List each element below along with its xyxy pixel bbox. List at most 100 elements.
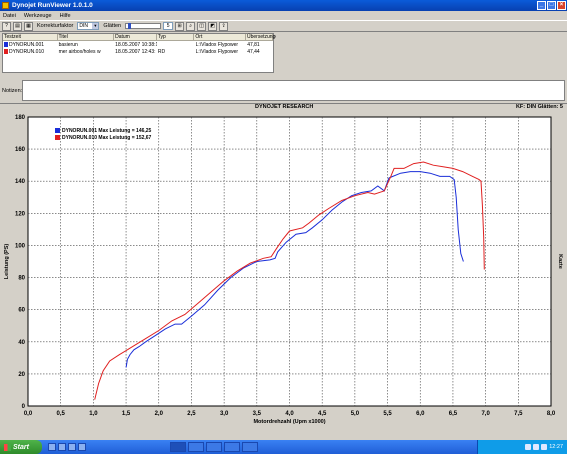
start-label: Start — [13, 443, 29, 451]
zoom-icon[interactable]: ⌕ — [186, 21, 196, 31]
notes-label: Notizen: — [2, 88, 23, 94]
export-icon[interactable]: ⇪ — [219, 21, 229, 31]
run-ratio: 47,81 — [247, 41, 260, 48]
run-row[interactable]: DYNORUN.001 basierun 18.05.2007 10:38:1 … — [3, 41, 273, 48]
empty-panel — [276, 33, 565, 73]
run-file: DYNORUN.001 — [9, 41, 45, 48]
x-tick-label: 7,0 — [481, 411, 490, 417]
x-tick-label: 2,0 — [155, 411, 164, 417]
correction-factor-label: Korrekturfaktor — [37, 23, 74, 29]
x-tick-label: 0,0 — [24, 411, 33, 417]
menu-werkzeuge[interactable]: Werkzeuge — [24, 13, 52, 19]
task-button[interactable] — [224, 442, 240, 452]
graph-settings-icon[interactable]: ⊞ — [175, 21, 185, 31]
menu-datei[interactable]: Datei — [3, 13, 16, 19]
run-row[interactable]: DYNORUN.010 mer airbox/holes w 18.05.200… — [3, 48, 273, 55]
open-folder-icon[interactable]: ▤ — [13, 21, 22, 31]
x-tick-label: 1,0 — [89, 411, 98, 417]
task-button[interactable] — [170, 442, 186, 452]
run-type: RD — [157, 48, 166, 55]
app-icon — [2, 2, 9, 9]
close-button[interactable]: × — [557, 1, 566, 10]
smoothing-label: Glätten — [103, 23, 122, 29]
task-button[interactable] — [206, 442, 222, 452]
x-tick-label: 5,5 — [383, 411, 392, 417]
y-tick-label: 180 — [15, 115, 26, 121]
y-tick-label: 100 — [15, 243, 26, 249]
system-tray: 12:27 — [477, 440, 567, 454]
run-list-header: Testzeit Titel Datum Typ Ort Übersetzung… — [3, 34, 281, 41]
legend-entry: DYNORUN.001 Max Leistung = 146,25 — [62, 128, 152, 134]
column-header[interactable]: Ort — [194, 34, 246, 40]
x-tick-label: 4,5 — [318, 411, 327, 417]
quick-launch-icon[interactable] — [48, 443, 56, 451]
correction-factor-select[interactable]: DIN ▼ — [77, 22, 100, 30]
correction-factor-value: DIN — [79, 23, 88, 29]
run-ratio: 47,44 — [247, 48, 260, 55]
run-date: 18.05.2007 12:43: — [115, 48, 156, 55]
tray-icon[interactable] — [533, 444, 540, 450]
task-button[interactable] — [242, 442, 258, 452]
maximize-button[interactable]: □ — [547, 1, 556, 10]
quick-launch — [48, 443, 86, 451]
y-axis-label: Leistung (PS) — [4, 244, 10, 280]
run-date: 18.05.2007 10:38:1 — [115, 41, 157, 48]
overlay-icon[interactable]: ◫ — [197, 21, 207, 31]
y-tick-label: 60 — [18, 308, 25, 314]
x-tick-label: 5,0 — [351, 411, 360, 417]
run-file: DYNORUN.010 — [9, 48, 45, 55]
menu-hilfe[interactable]: Hilfe — [60, 13, 71, 19]
dyno-chart[interactable]: 0,0 0,5 1,0 1,5 2,0 2,5 3,0 3,5 4,0 4,5 5,0 5,5 6,0 6… — [0, 110, 567, 440]
task-buttons — [170, 442, 258, 452]
windows-flag-icon — [4, 443, 11, 451]
quick-launch-icon[interactable] — [68, 443, 76, 451]
x-tick-label: 7,5 — [514, 411, 523, 417]
quick-launch-icon[interactable] — [78, 443, 86, 451]
x-tick-label: 6,5 — [449, 411, 458, 417]
legend-entry: DYNORUN.010 Max Leistung = 152,67 — [62, 135, 152, 141]
torque-icon[interactable]: ◩ — [208, 21, 218, 31]
y-tick-label: 140 — [15, 179, 26, 185]
window-controls: _ □ × — [537, 1, 566, 10]
column-header[interactable]: Typ — [157, 34, 195, 40]
column-header[interactable]: Übersetzungen — [246, 34, 281, 40]
x-tick-label: 3,5 — [253, 411, 262, 417]
color-swatch — [4, 42, 8, 47]
y-tick-label: 0 — [22, 404, 26, 410]
x-tick-label: 6,0 — [416, 411, 425, 417]
x-tick-label: 4,0 — [285, 411, 294, 417]
y-tick-label: 80 — [18, 276, 25, 282]
color-swatch — [4, 49, 8, 54]
y2-axis-label: Kazte — [557, 254, 563, 269]
taskbar: Start 12:27 — [0, 440, 567, 454]
notes-input[interactable] — [22, 80, 565, 101]
legend-swatch — [55, 128, 60, 133]
menu-bar: Datei Werkzeuge Hilfe — [0, 11, 567, 20]
x-tick-label: 2,5 — [187, 411, 196, 417]
smoothing-value[interactable]: 5 — [163, 22, 174, 30]
run-location: L:\Vladox Flypower — [195, 41, 239, 48]
tray-icon[interactable] — [541, 444, 548, 450]
window-title: Dynojet RunViewer 1.0.1.0 — [12, 2, 93, 9]
y-tick-label: 120 — [15, 211, 26, 217]
y-tick-label: 160 — [15, 147, 26, 153]
x-axis-label: Motordrehzahl (Upm x1000) — [253, 419, 325, 425]
task-button[interactable] — [188, 442, 204, 452]
title-bar[interactable]: Dynojet RunViewer 1.0.1.0 _ □ × — [0, 0, 567, 11]
toolbar: ? ▤ ▦ Korrekturfaktor DIN ▼ Glätten 5 ⊞ … — [0, 20, 567, 32]
column-header[interactable]: Datum — [114, 34, 157, 40]
smoothing-slider[interactable] — [125, 23, 162, 29]
minimize-button[interactable]: _ — [537, 1, 546, 10]
app-window: Dynojet RunViewer 1.0.1.0 _ □ × Datei We… — [0, 0, 567, 440]
x-tick-label: 1,5 — [122, 411, 131, 417]
slider-knob[interactable] — [128, 23, 132, 29]
chevron-down-icon: ▼ — [92, 23, 99, 29]
column-header[interactable]: Testzeit — [3, 34, 58, 40]
print-icon[interactable]: ▦ — [24, 21, 33, 31]
help-icon[interactable]: ? — [2, 21, 11, 31]
tray-icon[interactable] — [525, 444, 532, 450]
start-button[interactable]: Start — [0, 440, 42, 454]
column-header[interactable]: Titel — [58, 34, 115, 40]
y-tick-label: 20 — [18, 372, 25, 378]
quick-launch-icon[interactable] — [58, 443, 66, 451]
